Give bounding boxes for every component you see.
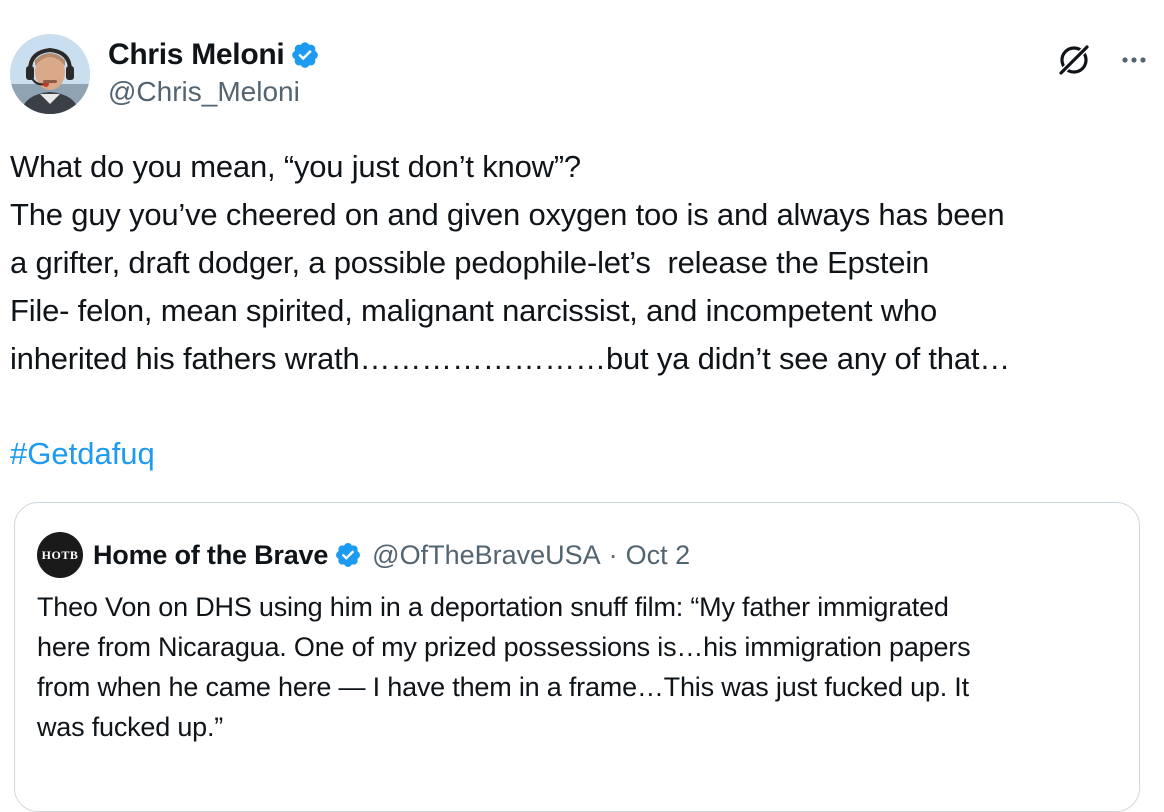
author-display-name[interactable]: Chris Meloni <box>108 38 285 72</box>
quoted-tweet-body: Theo Von on DHS using him in a deportati… <box>37 587 1117 747</box>
tweet-line: a grifter, draft dodger, a possible pedo… <box>10 245 930 280</box>
tweet-line: inherited his fathers wrath……………………but y… <box>10 341 1011 376</box>
quoted-tweet-header: HOTB Home of the Brave @OfTheBraveUSA · … <box>37 532 691 578</box>
author-avatar[interactable] <box>10 34 90 114</box>
hashtag-link[interactable]: #Getdafuq <box>10 430 155 478</box>
tweet-line: What do you mean, “you just don’t know”? <box>10 149 581 184</box>
more-options-icon[interactable] <box>1114 40 1154 80</box>
grok-icon[interactable] <box>1054 40 1094 80</box>
quoted-tweet-card[interactable]: HOTB Home of the Brave @OfTheBraveUSA · … <box>14 502 1140 812</box>
tweet-line: File- felon, mean spirited, malignant na… <box>10 293 937 328</box>
author-handle[interactable]: @Chris_Meloni <box>108 76 320 108</box>
quoted-tweet-line: was fucked up.” <box>37 712 224 742</box>
verified-badge-icon[interactable] <box>290 40 320 70</box>
quoted-author-avatar[interactable]: HOTB <box>37 532 83 578</box>
quoted-author-display-name[interactable]: Home of the Brave <box>93 540 328 571</box>
verified-badge-icon <box>334 541 362 569</box>
tweet-header: Chris Meloni @Chris_Meloni <box>10 34 1154 116</box>
quoted-tweet-date[interactable]: Oct 2 <box>626 540 691 571</box>
quoted-tweet-line: here from Nicaragua. One of my prized po… <box>37 632 971 662</box>
tweet-line: The guy you’ve cheered on and given oxyg… <box>10 197 1005 232</box>
author-info: Chris Meloni @Chris_Meloni <box>108 36 320 108</box>
quoted-tweet-line: Theo Von on DHS using him in a deportati… <box>37 592 949 622</box>
quoted-tweet-line: from when he came here — I have them in … <box>37 672 969 702</box>
author-name-row: Chris Meloni <box>108 36 320 74</box>
tweet-body: What do you mean, “you just don’t know”?… <box>10 143 1150 383</box>
quoted-author-handle[interactable]: @OfTheBraveUSA <box>372 540 601 571</box>
quoted-avatar-logo-text: HOTB <box>41 547 79 562</box>
separator-dot: · <box>608 539 618 570</box>
